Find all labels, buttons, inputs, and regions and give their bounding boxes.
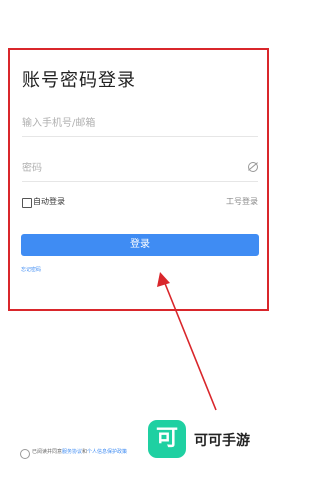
privacy-policy-link[interactable]: 个人信息保护政策: [87, 449, 127, 455]
auto-login-checkbox[interactable]: [22, 198, 32, 208]
brand-name: 可可手游: [194, 433, 250, 449]
login-button[interactable]: 登录: [21, 234, 259, 256]
agreement-prefix: 已阅读并同意: [32, 449, 63, 455]
phone-email-placeholder: 输入手机号/邮箱: [22, 118, 96, 129]
agreement-radio[interactable]: [20, 449, 30, 459]
staff-login-link[interactable]: 工号登录: [226, 196, 258, 207]
forgot-password-link[interactable]: 忘记密码: [21, 266, 41, 273]
agreement-text: 已阅读并同意服务协议和个人信息保护政策: [32, 448, 127, 455]
password-field[interactable]: 密码: [22, 153, 258, 182]
service-agreement-link[interactable]: 服务协议: [62, 449, 82, 455]
password-placeholder: 密码: [22, 163, 42, 174]
page-title: 账号密码登录: [22, 70, 136, 91]
brand-logo: 可: [148, 420, 186, 458]
auto-login-label: 自动登录: [33, 197, 65, 206]
eye-off-icon[interactable]: [248, 162, 258, 172]
phone-email-field[interactable]: 输入手机号/邮箱: [22, 108, 258, 137]
